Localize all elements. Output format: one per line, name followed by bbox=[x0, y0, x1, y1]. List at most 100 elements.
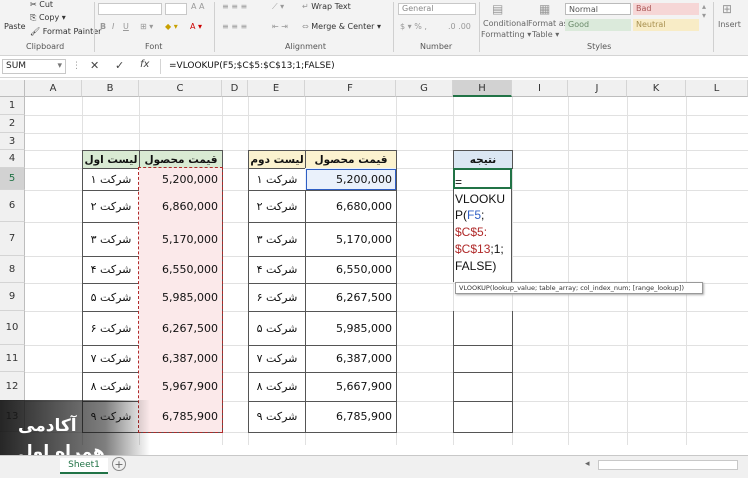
result-cell[interactable] bbox=[453, 311, 513, 346]
table1-name-cell[interactable]: شرکت ۵ bbox=[82, 283, 140, 312]
table2-name-cell[interactable]: شرکت ۲ bbox=[248, 190, 306, 223]
style-normal[interactable]: Normal bbox=[565, 3, 631, 15]
table1-header-name[interactable]: لیست اول bbox=[82, 150, 140, 169]
number-format-dropdown[interactable]: General bbox=[398, 3, 476, 15]
scroll-left-icon[interactable]: ◂ bbox=[585, 459, 593, 469]
table2-price-cell[interactable]: 5,170,000 bbox=[305, 222, 397, 257]
italic-button[interactable]: I bbox=[112, 22, 114, 31]
row-header-8[interactable]: 8 bbox=[0, 256, 25, 283]
column-header-a[interactable]: A bbox=[25, 80, 82, 97]
horizontal-scrollbar[interactable] bbox=[598, 460, 738, 470]
row-header-11[interactable]: 11 bbox=[0, 345, 25, 372]
table2-price-cell[interactable]: 6,550,000 bbox=[305, 256, 397, 284]
table2-name-cell[interactable]: شرکت ۴ bbox=[248, 256, 306, 284]
row-header-12[interactable]: 12 bbox=[0, 372, 25, 401]
table2-price-cell[interactable]: 5,667,900 bbox=[305, 372, 397, 402]
table2-price-cell[interactable]: 5,985,000 bbox=[305, 311, 397, 346]
align-left-icon[interactable]: ≡ ≡ ≡ bbox=[222, 22, 247, 31]
table2-price-cell[interactable]: 6,267,500 bbox=[305, 283, 397, 312]
result-cell[interactable] bbox=[453, 401, 513, 433]
insert-function-button[interactable]: fx bbox=[140, 59, 149, 70]
column-header-d[interactable]: D bbox=[222, 80, 248, 97]
font-color-icon[interactable]: A ▾ bbox=[190, 22, 202, 31]
conditional-formatting-button[interactable]: Conditional bbox=[483, 19, 528, 28]
table2-header-price[interactable]: قیمت محصول bbox=[305, 150, 397, 169]
decimal-icon[interactable]: .0 .00 bbox=[448, 22, 471, 31]
result-cell[interactable] bbox=[453, 372, 513, 402]
borders-icon[interactable]: ⊞ ▾ bbox=[140, 22, 153, 31]
format-as-table-button[interactable]: Format as bbox=[528, 19, 568, 28]
table1-name-cell[interactable]: شرکت ۷ bbox=[82, 345, 140, 373]
table2-price-cell[interactable]: 5,200,000 bbox=[305, 168, 397, 191]
name-box[interactable]: SUM ▾ bbox=[2, 59, 66, 74]
result-header[interactable]: نتیجه bbox=[453, 150, 513, 169]
column-header-i[interactable]: I bbox=[512, 80, 568, 97]
row-header-7[interactable]: 7 bbox=[0, 222, 25, 256]
fill-color-icon[interactable]: ◆ ▾ bbox=[165, 22, 178, 31]
insert-button[interactable]: Insert bbox=[718, 20, 741, 29]
orientation-icon[interactable]: ⟋ ▾ bbox=[272, 2, 284, 12]
row-header-4[interactable]: 4 bbox=[0, 150, 25, 168]
table2-name-cell[interactable]: شرکت ۶ bbox=[248, 283, 306, 312]
column-header-g[interactable]: G bbox=[396, 80, 453, 97]
row-header-5[interactable]: 5 bbox=[0, 168, 25, 190]
table2-name-cell[interactable]: شرکت ۵ bbox=[248, 311, 306, 346]
style-good[interactable]: Good bbox=[565, 19, 631, 31]
column-header-e[interactable]: E bbox=[248, 80, 305, 97]
table1-name-cell[interactable]: شرکت ۱ bbox=[82, 168, 140, 191]
table2-name-cell[interactable]: شرکت ۷ bbox=[248, 345, 306, 373]
column-header-l[interactable]: L bbox=[686, 80, 748, 97]
font-name-dropdown[interactable] bbox=[98, 3, 162, 15]
style-bad[interactable]: Bad bbox=[633, 3, 699, 15]
table1-name-cell[interactable]: شرکت ۲ bbox=[82, 190, 140, 223]
grow-font-icon[interactable]: A A bbox=[191, 2, 205, 11]
add-sheet-icon[interactable]: + bbox=[112, 457, 126, 471]
result-cell[interactable] bbox=[453, 345, 513, 373]
column-header-k[interactable]: K bbox=[627, 80, 686, 97]
format-painter-button[interactable]: 🖌 Format Painter bbox=[30, 27, 101, 36]
copy-button[interactable]: ⎘ Copy ▾ bbox=[30, 13, 66, 23]
indent-icon[interactable]: ⇤ ⇥ bbox=[272, 22, 288, 31]
table2-name-cell[interactable]: شرکت ۳ bbox=[248, 222, 306, 257]
table2-price-cell[interactable]: 6,785,900 bbox=[305, 401, 397, 433]
merge-center-button[interactable]: ⇔ Merge & Center ▾ bbox=[302, 22, 381, 31]
currency-icon[interactable]: $ ▾ % , bbox=[400, 22, 427, 31]
table2-price-cell[interactable]: 6,680,000 bbox=[305, 190, 397, 223]
column-header-f[interactable]: F bbox=[305, 80, 396, 97]
table2-header-name[interactable]: لیست دوم bbox=[248, 150, 306, 169]
table1-name-cell[interactable]: شرکت ۴ bbox=[82, 256, 140, 284]
row-header-1[interactable]: 1 bbox=[0, 97, 25, 115]
column-header-h[interactable]: H bbox=[453, 80, 512, 97]
row-header-2[interactable]: 2 bbox=[0, 115, 25, 133]
paste-button[interactable]: Paste bbox=[4, 22, 26, 31]
font-size-dropdown[interactable] bbox=[165, 3, 187, 15]
row-header-3[interactable]: 3 bbox=[0, 133, 25, 150]
wrap-text-button[interactable]: ↵ Wrap Text bbox=[302, 2, 351, 11]
align-top-icon[interactable]: ≡ ≡ ≡ bbox=[222, 2, 247, 11]
bold-button[interactable]: B bbox=[100, 22, 106, 31]
cancel-icon[interactable]: ✕ bbox=[90, 59, 99, 72]
column-header-b[interactable]: B bbox=[82, 80, 139, 97]
select-all-button[interactable] bbox=[0, 80, 25, 97]
table1-name-cell[interactable]: شرکت ۸ bbox=[82, 372, 140, 402]
underline-button[interactable]: U bbox=[123, 22, 129, 31]
ribbon-separator bbox=[94, 2, 95, 52]
row-header-9[interactable]: 9 bbox=[0, 283, 25, 311]
ribbon: Paste ✂ Cut ⎘ Copy ▾ 🖌 Format Painter Cl… bbox=[0, 0, 748, 56]
styles-scroll-icon[interactable]: ▴ ▾ bbox=[702, 2, 706, 20]
row-header-6[interactable]: 6 bbox=[0, 190, 25, 222]
table2-name-cell[interactable]: شرکت ۱ bbox=[248, 168, 306, 191]
formula-input[interactable]: =VLOOKUP(F5;$C$5:$C$13;1;FALSE) bbox=[160, 59, 748, 74]
column-header-c[interactable]: C bbox=[139, 80, 222, 97]
table2-name-cell[interactable]: شرکت ۸ bbox=[248, 372, 306, 402]
table1-name-cell[interactable]: شرکت ۳ bbox=[82, 222, 140, 257]
sheet-tab-sheet1[interactable]: Sheet1 bbox=[60, 458, 108, 474]
cut-button[interactable]: ✂ Cut bbox=[30, 0, 53, 9]
row-header-10[interactable]: 10 bbox=[0, 311, 25, 345]
table1-name-cell[interactable]: شرکت ۶ bbox=[82, 311, 140, 346]
enter-check-icon[interactable]: ✓ bbox=[115, 59, 124, 72]
table2-name-cell[interactable]: شرکت ۹ bbox=[248, 401, 306, 433]
column-header-j[interactable]: J bbox=[568, 80, 627, 97]
style-neutral[interactable]: Neutral bbox=[633, 19, 699, 31]
table2-price-cell[interactable]: 6,387,000 bbox=[305, 345, 397, 373]
